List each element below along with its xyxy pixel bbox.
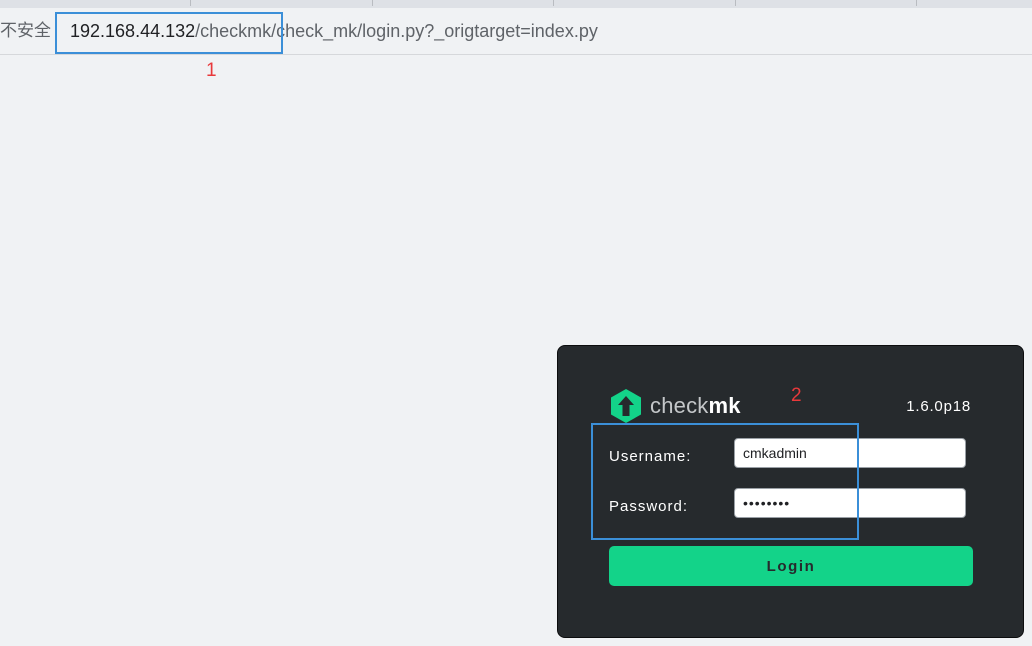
tab-separator (190, 0, 191, 6)
tab-separator (735, 0, 736, 6)
page: 不安全 192.168.44.132/checkmk/check_mk/logi… (0, 0, 1032, 646)
version-label: 1.6.0p18 (906, 398, 971, 415)
security-indicator[interactable]: 不安全 (0, 20, 51, 42)
logo-text-bold: mk (708, 393, 741, 418)
browser-tab-strip (0, 0, 1032, 8)
tab-separator (916, 0, 917, 6)
logo-text-light: check (650, 393, 709, 418)
tab-separator (553, 0, 554, 6)
tab-separator (372, 0, 373, 6)
annotation-box-1 (55, 12, 283, 54)
checkmk-logo-icon (611, 389, 641, 423)
annotation-label-2: 2 (791, 385, 802, 406)
login-button[interactable]: Login (609, 546, 973, 586)
annotation-box-2 (591, 423, 859, 540)
checkmk-logo-text: checkmk (650, 393, 741, 419)
annotation-label-1: 1 (206, 60, 217, 81)
